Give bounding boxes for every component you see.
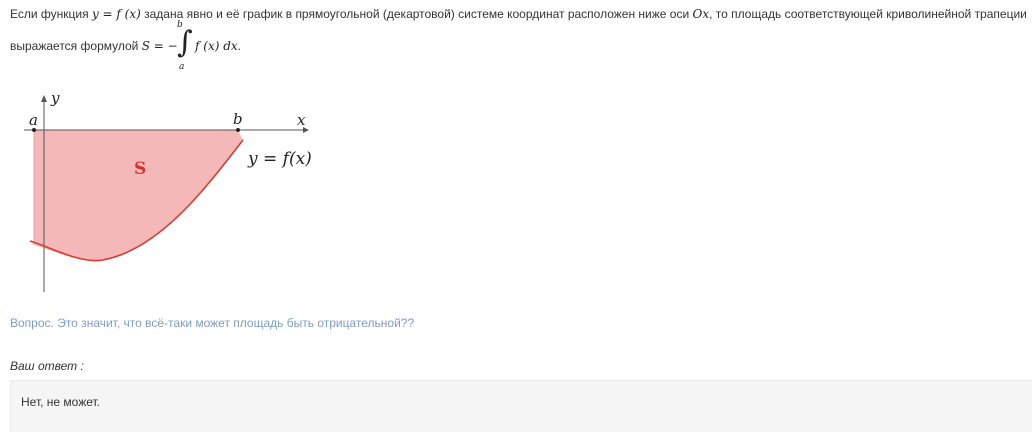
paragraph-text: задана явно и её график в прямоугольной … [140, 7, 693, 21]
text-line-2: выражается формулой S = − [10, 38, 178, 54]
answer-label: Ваш ответ : [10, 359, 84, 373]
answer-box: Нет, не может. [10, 380, 1032, 432]
paragraph-text: . [237, 39, 241, 53]
label-a: a [29, 111, 38, 129]
axis-name: Ox [692, 7, 710, 21]
answer-text: Нет, не может. [21, 395, 101, 409]
question-text: Вопрос. Это значит, что всё-таки может п… [10, 316, 415, 330]
text-line-1: Если функция y = f (x) задана явно и её … [10, 6, 1027, 22]
integrand: f (x) dx [195, 39, 238, 53]
function-formula: y = f (x) [91, 7, 141, 21]
area-diagram: y x a b S y = f(x) [24, 89, 312, 292]
paragraph-text: , то площадь соответствующей криволинейн… [709, 7, 1027, 21]
y-axis-arrow-icon [41, 95, 47, 102]
formula-rhs: f (x) dx. [195, 38, 241, 54]
point-b [236, 128, 240, 132]
label-b: b [233, 110, 243, 128]
formula-lhs: S = − [141, 39, 178, 53]
shaded-area [34, 130, 243, 261]
area-label: S [134, 159, 146, 179]
paragraph-text: выражается формулой [10, 39, 142, 53]
integral-sign: ∫ [177, 25, 193, 60]
paragraph-text: Если функция [10, 7, 92, 21]
function-label: y = f(x) [247, 149, 312, 169]
y-axis-label: y [50, 89, 60, 107]
integral-lower-limit: a [179, 62, 185, 72]
x-axis-label: x [297, 111, 306, 129]
